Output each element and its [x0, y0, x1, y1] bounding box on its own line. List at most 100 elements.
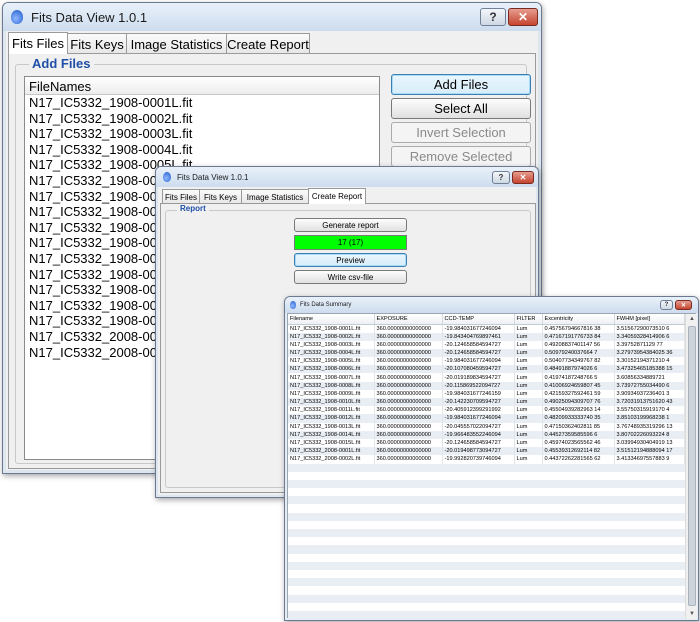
table-cell: N17_IC5332_1908-0010L.fit [288, 398, 375, 407]
tab-create-report[interactable]: Create Report [308, 188, 366, 204]
table-cell: N17_IC5332_1908-0005L.fit [288, 357, 375, 366]
table-row[interactable]: N17_IC5332_1908-0004L.fit 360.00000000000… [288, 348, 685, 358]
table-cell: N17_IC5332_1908-0011L.fit [288, 406, 375, 415]
table-row[interactable]: N17_IC5332_1908-0009L.fit 360.00000000000… [288, 389, 685, 398]
empty-cell [442, 521, 514, 529]
empty-cell [442, 595, 514, 603]
table-row[interactable]: N17_IC5332_1908-0011L.fit 360.00000000000… [288, 406, 685, 415]
table-cell: Lum [514, 348, 543, 358]
tab-fits-files[interactable]: Fits Files [8, 32, 68, 54]
column-header[interactable]: CCD-TEMP [442, 314, 515, 325]
remove-selected-button[interactable]: Remove Selected [391, 146, 531, 167]
table-cell: 3.34059328414906 6 [614, 332, 685, 341]
table-row[interactable]: N17_IC5332_1908-0012L.fit 360.00000000000… [288, 414, 685, 423]
table-row[interactable]: N17_IC5332_1908-0006L.fit 360.00000000000… [288, 365, 685, 374]
tab-fits-files[interactable]: Fits Files [162, 189, 200, 204]
empty-cell [374, 480, 442, 488]
table-row[interactable]: N17_IC5332_2008-0002L.fit 360.00000000000… [288, 455, 685, 464]
tab-create-report[interactable]: Create Report [226, 33, 310, 54]
table-row[interactable]: N17_IC5332_1908-0003L.fit 360.00000000000… [288, 340, 685, 349]
file-list-item[interactable]: N17_IC5332_1908-0001L.fit [25, 95, 379, 111]
help-button[interactable]: ? [492, 171, 510, 184]
select-all-button[interactable]: Select All [391, 98, 531, 119]
help-button[interactable]: ? [480, 8, 506, 26]
tab-image-statistics[interactable]: Image Statistics [126, 33, 227, 54]
app-flame-icon [290, 301, 296, 309]
report-titlebar[interactable]: Fits Data View 1.0.1 ? ✕ [156, 167, 538, 187]
empty-table-row [288, 529, 685, 538]
file-list-item[interactable]: N17_IC5332_1908-0003L.fit [25, 126, 379, 142]
empty-cell [514, 537, 542, 545]
table-row[interactable]: N17_IC5332_1908-0015L.fit 360.00000000000… [288, 438, 685, 448]
empty-cell [614, 586, 684, 594]
table-cell: 0.42159327592461 59 [542, 389, 615, 398]
table-row[interactable]: N17_IC5332_2008-0001L.fit 360.00000000000… [288, 447, 685, 456]
empty-cell [374, 488, 442, 496]
empty-cell [514, 472, 542, 480]
tab-fits-keys[interactable]: Fits Keys [67, 33, 127, 54]
empty-table-row [288, 496, 685, 505]
table-row[interactable]: N17_IC5332_1908-0008L.fit 360.00000000000… [288, 381, 685, 390]
empty-cell [614, 545, 684, 553]
empty-cell [542, 611, 614, 619]
report-progress-bar: 17 (17) [294, 235, 407, 250]
file-list-item[interactable]: N17_IC5332_1908-0002L.fit [25, 111, 379, 127]
scroll-up-arrow-icon[interactable]: ▲ [686, 314, 698, 324]
table-cell: Lum [514, 422, 543, 431]
empty-cell [514, 464, 542, 472]
table-cell: N17_IC5332_1908-0004L.fit [288, 348, 375, 358]
table-cell: Lum [514, 373, 543, 382]
table-row[interactable]: N17_IC5332_1908-0014L.fit 360.00000000000… [288, 430, 685, 439]
close-button[interactable]: ✕ [675, 300, 692, 310]
table-row[interactable]: N17_IC5332_1908-0007L.fit 360.00000000000… [288, 373, 685, 382]
scroll-down-arrow-icon[interactable]: ▼ [686, 609, 698, 619]
help-button[interactable]: ? [660, 300, 673, 310]
table-row[interactable]: N17_IC5332_1908-0010L.fit 360.00000000000… [288, 398, 685, 407]
table-cell: -20.124658584594727 [442, 438, 515, 448]
main-titlebar[interactable]: Fits Data View 1.0.1 ? ✕ [3, 3, 541, 31]
table-cell: N17_IC5332_1908-0014L.fit [288, 430, 375, 439]
tab-fits-keys[interactable]: Fits Keys [199, 189, 242, 204]
add-files-button[interactable]: Add Files [391, 74, 531, 95]
table-cell: 3.03994930404919 13 [614, 438, 685, 448]
table-cell: -19.984031677246094 [442, 414, 515, 423]
table-cell: 0.47167191776733 84 [542, 332, 615, 341]
empty-cell [442, 472, 514, 480]
table-cell: -20.107080459594727 [442, 365, 515, 374]
column-header[interactable]: FILTER [514, 314, 543, 325]
scroll-thumb[interactable] [688, 326, 696, 606]
empty-cell [288, 570, 374, 578]
empty-cell [542, 595, 614, 603]
table-row[interactable]: N17_IC5332_1908-0002L.fit 360.00000000000… [288, 332, 685, 341]
preview-button[interactable]: Preview [294, 253, 407, 267]
tab-image-statistics[interactable]: Image Statistics [241, 189, 309, 204]
table-row[interactable]: N17_IC5332_1908-0005L.fit 360.00000000000… [288, 357, 685, 366]
table-row[interactable]: N17_IC5332_1908-0013L.fit 360.00000000000… [288, 422, 685, 431]
column-header[interactable]: EXPOSURE [374, 314, 443, 325]
file-list-header[interactable]: FileNames [25, 77, 379, 95]
empty-cell [288, 472, 374, 480]
file-list-item[interactable]: N17_IC5332_1908-0004L.fit [25, 142, 379, 158]
invert-selection-button[interactable]: Invert Selection [391, 122, 531, 143]
column-header[interactable]: Filename [288, 314, 375, 325]
table-cell: -20.124658584594727 [442, 340, 515, 349]
generate-report-button[interactable]: Generate report [294, 218, 407, 232]
column-header[interactable]: Excentricity [542, 314, 615, 325]
table-row[interactable]: N17_IC5332_1908-0001L.fit 360.00000000000… [288, 324, 685, 333]
table-cell: 0.45974023565562 46 [542, 438, 615, 448]
empty-cell [614, 464, 684, 472]
close-button[interactable]: ✕ [508, 8, 538, 26]
summary-vertical-scrollbar[interactable]: ▲ ▼ [685, 314, 697, 619]
empty-cell [442, 480, 514, 488]
column-header[interactable]: FWHM [pixel] [614, 314, 685, 325]
empty-cell [514, 554, 542, 562]
empty-cell [514, 488, 542, 496]
empty-table-row [288, 578, 685, 587]
table-cell: 3.73972755034490 6 [614, 381, 685, 390]
table-cell: 3.39752871129 77 [614, 340, 685, 349]
empty-cell [542, 562, 614, 570]
close-button[interactable]: ✕ [512, 171, 534, 184]
summary-titlebar[interactable]: Fits Data Summary ? ✕ [285, 297, 698, 313]
empty-cell [542, 603, 614, 611]
write-csv-button[interactable]: Write csv-file [294, 270, 407, 284]
